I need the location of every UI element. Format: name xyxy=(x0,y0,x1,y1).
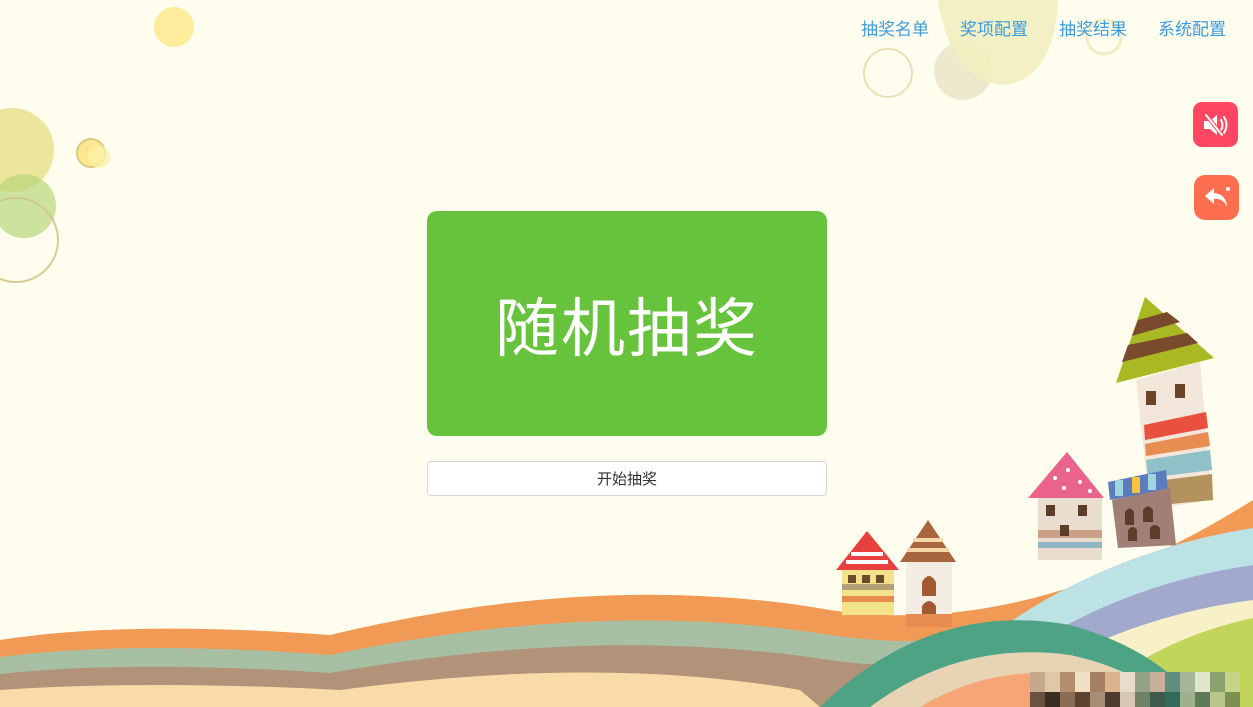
house-small-left xyxy=(836,531,899,615)
draw-display-text: 随机抽奖 xyxy=(495,292,759,367)
nav-prize-config[interactable]: 奖项配置 xyxy=(960,18,1028,42)
back-button[interactable] xyxy=(1194,175,1239,220)
nav-draw-list[interactable]: 抽奖名单 xyxy=(861,18,929,42)
top-nav: 抽奖名单 奖项配置 抽奖结果 系统配置 xyxy=(861,18,1226,42)
start-draw-button[interactable]: 开始抽奖 xyxy=(427,461,827,496)
nav-draw-results[interactable]: 抽奖结果 xyxy=(1059,18,1127,42)
mute-button[interactable] xyxy=(1193,102,1238,147)
house-tower-middle xyxy=(900,520,956,627)
pixel-mosaic-corner xyxy=(1030,672,1240,707)
draw-display-panel: 随机抽奖 xyxy=(427,211,827,436)
nav-system-config[interactable]: 系统配置 xyxy=(1158,18,1226,42)
house-pink-roof xyxy=(1028,452,1104,560)
speaker-muted-icon xyxy=(1203,112,1227,137)
house-striped-right xyxy=(1108,470,1176,548)
reply-arrow-icon xyxy=(1204,186,1230,207)
